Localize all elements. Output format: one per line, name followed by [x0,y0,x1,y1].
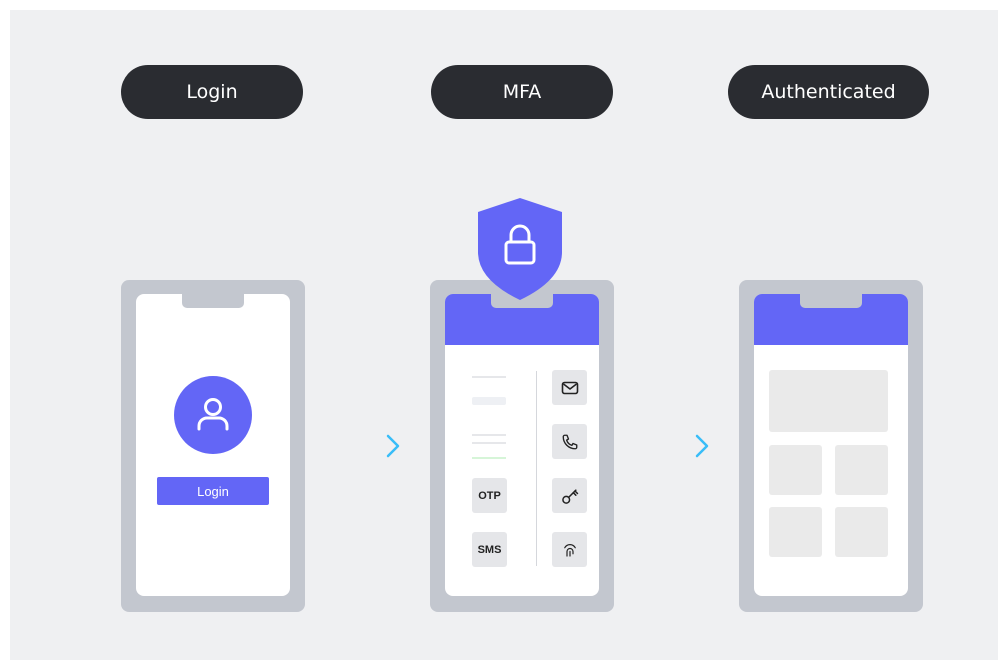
otp-tile[interactable]: OTP [472,478,507,513]
phone-notch [182,294,244,308]
dashboard-card [835,445,888,495]
dashboard-card-wide [769,370,888,432]
user-icon [197,398,229,431]
login-phone: Login [121,280,305,612]
dashboard-card [835,507,888,557]
phone-icon [562,434,577,449]
shield-lock-icon [478,198,562,300]
dashboard-card [769,445,822,495]
login-screen: Login [136,294,290,596]
arrow-right-icon [332,434,400,458]
phone-tile[interactable] [552,424,587,459]
placeholder-line [472,434,506,436]
mfa-divider [536,371,537,566]
mfa-screen: OTP SMS [445,294,599,596]
step-mfa-pill: MFA [431,65,613,119]
placeholder-field [472,397,506,405]
dashboard-card [769,507,822,557]
login-button[interactable]: Login [157,477,269,505]
fingerprint-icon [563,543,576,557]
email-tile[interactable] [552,370,587,405]
step-login-pill: Login [121,65,303,119]
mail-icon [561,381,578,394]
dashboard-screen [754,294,908,596]
avatar [174,376,252,454]
mfa-phone: OTP SMS [430,280,614,612]
authenticated-phone [739,280,923,612]
fingerprint-tile[interactable] [552,532,587,567]
arrow-right-icon [641,434,709,458]
step-authenticated-pill: Authenticated [728,65,929,119]
sms-tile[interactable]: SMS [472,532,507,567]
placeholder-line [472,442,506,444]
key-tile[interactable] [552,478,587,513]
placeholder-line [472,376,506,378]
phone-notch [800,294,862,308]
placeholder-line [472,457,506,459]
key-icon [561,488,578,504]
